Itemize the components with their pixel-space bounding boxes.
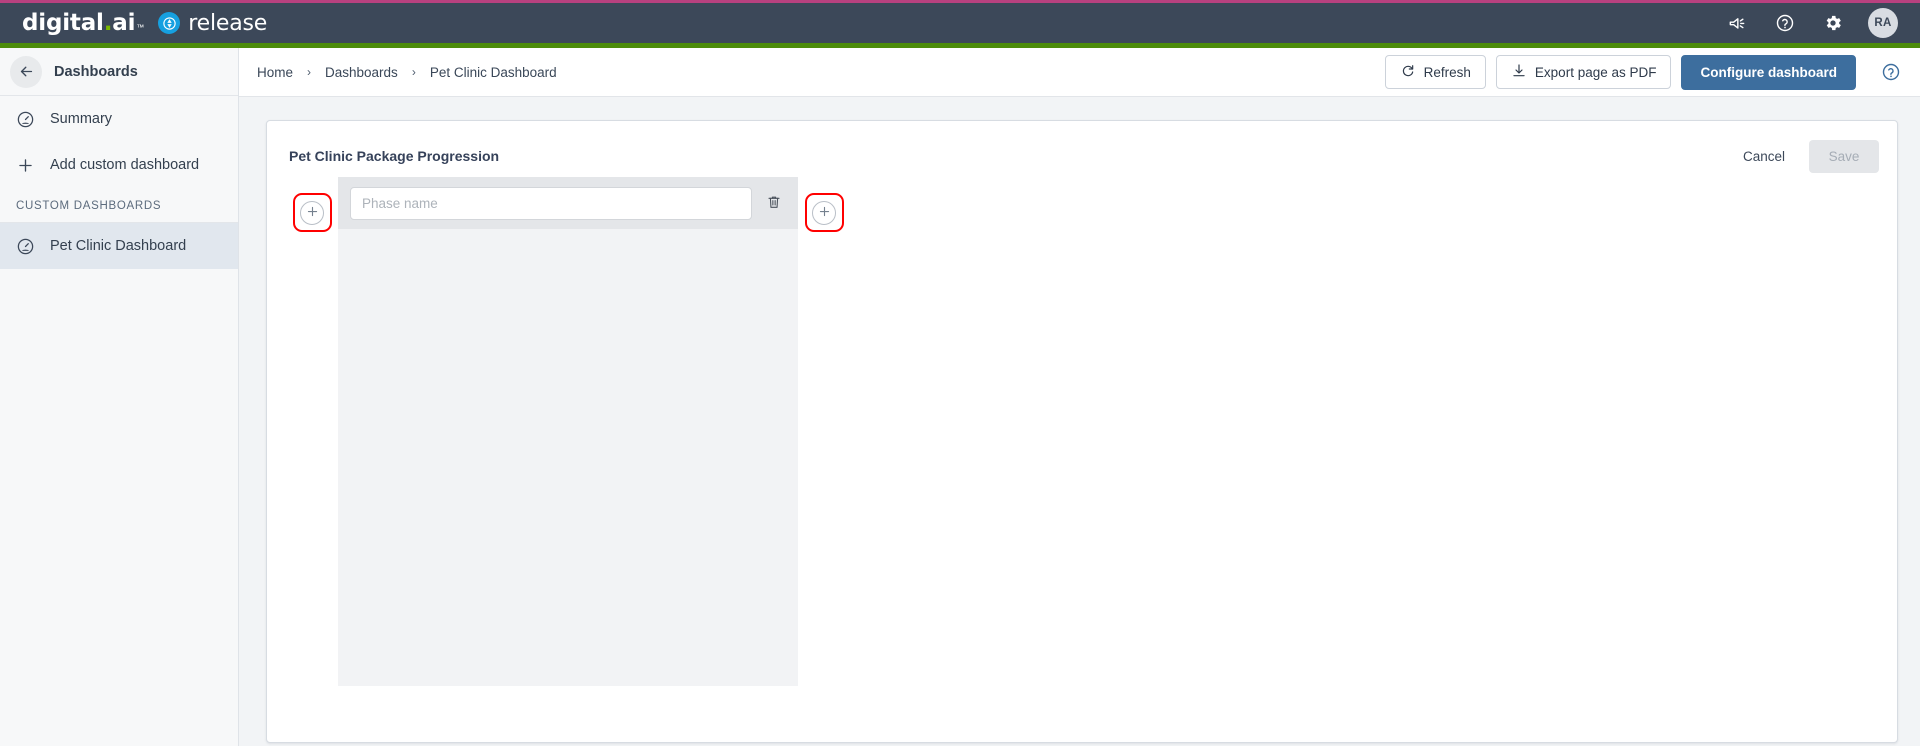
phase-column-header bbox=[338, 177, 798, 229]
toolbar-actions: Refresh Export page as PDF Configure das… bbox=[1384, 54, 1902, 90]
release-wordmark: release bbox=[188, 10, 268, 36]
panel-title: Pet Clinic Package Progression bbox=[289, 148, 500, 164]
sidebar-item-label: Pet Clinic Dashboard bbox=[50, 238, 187, 254]
arrow-left-icon bbox=[10, 55, 42, 88]
export-pdf-button-label: Export page as PDF bbox=[1534, 64, 1657, 80]
digitalai-trademark: ™ bbox=[136, 23, 145, 32]
sidebar-item-add-custom-dashboard[interactable]: Add custom dashboard bbox=[0, 142, 238, 188]
help-circle-icon[interactable] bbox=[1880, 61, 1902, 83]
page-toolbar: Home › Dashboards › Pet Clinic Dashboard… bbox=[239, 48, 1920, 97]
download-icon bbox=[1511, 63, 1527, 82]
dashboard-panel: Pet Clinic Package Progression Cancel Sa… bbox=[266, 120, 1898, 743]
phase-name-input[interactable] bbox=[350, 186, 752, 220]
gauge-icon bbox=[14, 108, 36, 130]
refresh-button-label: Refresh bbox=[1423, 64, 1471, 80]
top-accent-bar bbox=[0, 0, 1920, 3]
refresh-button[interactable]: Refresh bbox=[1384, 55, 1486, 89]
help-icon[interactable] bbox=[1772, 10, 1798, 36]
trash-icon bbox=[766, 194, 782, 213]
add-phase-slot-right bbox=[798, 187, 850, 239]
breadcrumb: Home › Dashboards › Pet Clinic Dashboard bbox=[257, 65, 557, 80]
phase-column bbox=[338, 177, 798, 686]
content-area: Home › Dashboards › Pet Clinic Dashboard… bbox=[239, 48, 1920, 746]
avatar[interactable]: RA bbox=[1868, 8, 1898, 38]
digitalai-logo-text: digital.ai bbox=[22, 10, 136, 36]
app-header: digital.ai ™ release RA bbox=[0, 3, 1920, 43]
brand-lockup[interactable]: digital.ai ™ release bbox=[0, 10, 267, 36]
add-phase-button-left[interactable] bbox=[300, 201, 324, 225]
plus-icon bbox=[817, 204, 832, 222]
sidebar: Dashboards Summary Add custom dashboard … bbox=[0, 48, 239, 746]
sidebar-item-summary[interactable]: Summary bbox=[0, 96, 238, 142]
phase-editor bbox=[267, 175, 1897, 686]
sidebar-section-header: CUSTOM DASHBOARDS bbox=[16, 200, 162, 212]
panel-wrapper: Pet Clinic Package Progression Cancel Sa… bbox=[239, 97, 1920, 743]
sidebar-item-pet-clinic-dashboard[interactable]: Pet Clinic Dashboard bbox=[0, 223, 238, 269]
cancel-button[interactable]: Cancel bbox=[1735, 145, 1793, 168]
gauge-icon bbox=[14, 235, 36, 257]
plus-icon bbox=[305, 204, 320, 222]
settings-gear-icon[interactable] bbox=[1820, 10, 1846, 36]
delete-phase-button[interactable] bbox=[762, 191, 786, 215]
add-phase-slot-left bbox=[286, 187, 338, 239]
green-accent-bar bbox=[0, 43, 1920, 48]
sidebar-item-label: Add custom dashboard bbox=[50, 157, 200, 173]
plus-icon bbox=[14, 154, 36, 176]
digitalai-logo: digital.ai ™ bbox=[22, 10, 144, 36]
phase-tasks-area[interactable] bbox=[338, 229, 798, 686]
release-lockup: release bbox=[158, 11, 267, 36]
panel-header: Pet Clinic Package Progression Cancel Sa… bbox=[267, 121, 1897, 175]
chevron-right-icon: › bbox=[307, 65, 312, 79]
breadcrumb-current: Pet Clinic Dashboard bbox=[429, 64, 557, 80]
sidebar-item-label: Summary bbox=[50, 111, 113, 127]
save-button: Save bbox=[1809, 139, 1879, 173]
release-logo-icon bbox=[158, 12, 181, 34]
panel-header-actions: Cancel Save bbox=[1735, 139, 1879, 173]
sidebar-back-dashboards[interactable]: Dashboards bbox=[0, 48, 238, 96]
refresh-icon bbox=[1400, 63, 1416, 82]
export-pdf-button[interactable]: Export page as PDF bbox=[1495, 55, 1672, 89]
add-phase-button-right[interactable] bbox=[812, 201, 836, 225]
announcements-icon[interactable] bbox=[1724, 10, 1750, 36]
configure-dashboard-button[interactable]: Configure dashboard bbox=[1681, 54, 1856, 90]
sidebar-title: Dashboards bbox=[54, 63, 138, 80]
breadcrumb-home[interactable]: Home bbox=[257, 65, 293, 80]
chevron-right-icon: › bbox=[411, 65, 416, 79]
header-actions: RA bbox=[1724, 8, 1920, 38]
breadcrumb-dashboards[interactable]: Dashboards bbox=[325, 65, 398, 80]
